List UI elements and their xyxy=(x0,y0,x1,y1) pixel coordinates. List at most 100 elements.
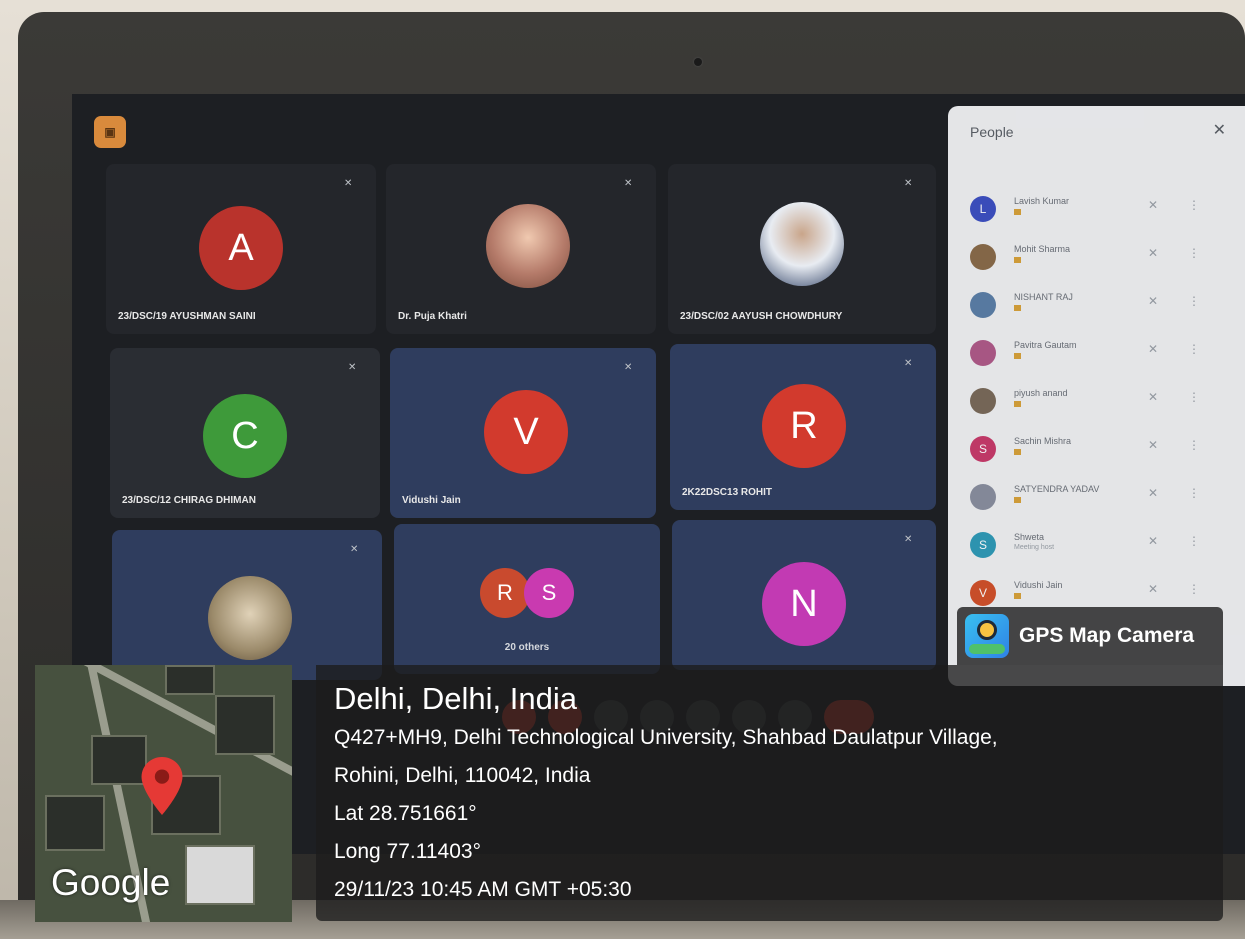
more-vert-icon[interactable]: ⋮ xyxy=(1188,294,1200,308)
timestamp: 29/11/23 10:45 AM GMT +05:30 xyxy=(334,878,632,901)
participant-name: piyush anand xyxy=(1014,388,1068,398)
latitude: Lat 28.751661° xyxy=(334,802,477,825)
participant-row[interactable]: NISHANT RAJ ✕ ⋮ xyxy=(970,288,1230,328)
participant-tile[interactable]: ✕ xyxy=(112,530,382,680)
mic-off-icon: ✕ xyxy=(624,178,633,189)
mic-off-icon: ✕ xyxy=(1148,534,1159,548)
longitude: Long 77.11403° xyxy=(334,840,481,863)
participant-row[interactable]: piyush anand ✕ ⋮ xyxy=(970,384,1230,424)
mic-off-icon: ✕ xyxy=(1148,198,1159,212)
participant-name: Vidushi Jain xyxy=(1014,580,1063,590)
badge-icon xyxy=(1014,497,1021,503)
participant-name: Sachin Mishra xyxy=(1014,436,1072,446)
participant-name: Pavitra Gautam xyxy=(1014,340,1077,350)
mic-off-icon: ✕ xyxy=(904,358,913,369)
map-thumbnail: Google xyxy=(35,665,292,922)
meet-app-icon[interactable]: ▣ xyxy=(94,116,126,148)
address-line-2: Rohini, Delhi, 110042, India xyxy=(334,764,591,787)
avatar: C xyxy=(203,394,287,478)
mic-off-icon: ✕ xyxy=(350,544,359,555)
avatar xyxy=(486,204,570,288)
avatar: S xyxy=(970,436,996,462)
map-pin-icon xyxy=(141,757,183,815)
participant-tile[interactable]: ✕ N xyxy=(672,520,936,670)
participant-name: Mohit Sharma xyxy=(1014,244,1071,254)
participant-row[interactable]: Mohit Sharma ✕ ⋮ xyxy=(970,240,1230,280)
avatar: N xyxy=(762,562,846,646)
people-panel-title: People xyxy=(970,124,1014,140)
participant-row[interactable]: S Shweta Meeting host ✕ ⋮ xyxy=(970,528,1230,568)
participant-tile[interactable]: R S 20 others xyxy=(394,524,660,674)
participant-name: Shweta xyxy=(1014,532,1045,542)
mic-off-icon: ✕ xyxy=(1148,438,1159,452)
participant-name: Dr. Puja Khatri xyxy=(398,311,467,322)
mic-off-icon: ✕ xyxy=(904,534,913,545)
badge-icon xyxy=(1014,257,1021,263)
more-vert-icon[interactable]: ⋮ xyxy=(1188,486,1200,500)
participant-name: 23/DSC/12 CHIRAG DHIMAN xyxy=(122,495,256,506)
avatar: L xyxy=(970,196,996,222)
avatar xyxy=(208,576,292,660)
others-count: 20 others xyxy=(504,642,550,653)
participant-tile[interactable]: ✕ Dr. Puja Khatri xyxy=(386,164,656,334)
badge-icon xyxy=(1014,305,1021,311)
participant-name: 2K22DSC13 ROHIT xyxy=(682,487,773,498)
close-icon[interactable]: ✕ xyxy=(1213,120,1226,140)
mic-off-icon: ✕ xyxy=(348,362,357,373)
participant-row[interactable]: S Sachin Mishra ✕ ⋮ xyxy=(970,432,1230,472)
participant-row[interactable]: L Lavish Kumar ✕ ⋮ xyxy=(970,192,1230,232)
more-vert-icon[interactable]: ⋮ xyxy=(1188,582,1200,596)
gps-camera-logo-icon xyxy=(965,614,1009,658)
badge-icon xyxy=(1014,449,1021,455)
mic-off-icon: ✕ xyxy=(344,178,353,189)
location-title: Delhi, Delhi, India xyxy=(334,681,577,716)
participant-role: Meeting host xyxy=(1014,544,1055,551)
participant-tile[interactable]: ✕ V Vidushi Jain xyxy=(390,348,656,518)
participant-name: Lavish Kumar xyxy=(1014,196,1070,206)
gps-brand-label: GPS Map Camera xyxy=(1019,624,1195,647)
webcam xyxy=(694,58,702,66)
more-vert-icon[interactable]: ⋮ xyxy=(1188,390,1200,404)
mic-off-icon: ✕ xyxy=(1148,582,1159,596)
avatar xyxy=(970,388,996,414)
participant-name: 23/DSC/19 AYUSHMAN SAINI xyxy=(118,311,256,322)
participant-row[interactable]: SATYENDRA YADAV ✕ ⋮ xyxy=(970,480,1230,520)
participant-row[interactable]: Pavitra Gautam ✕ ⋮ xyxy=(970,336,1230,376)
more-vert-icon[interactable]: ⋮ xyxy=(1188,534,1200,548)
participant-name: NISHANT RAJ xyxy=(1014,292,1073,302)
more-vert-icon[interactable]: ⋮ xyxy=(1188,198,1200,212)
participant-tile[interactable]: ✕ 23/DSC/02 AAYUSH CHOWDHURY xyxy=(668,164,936,334)
location-info-card: Delhi, Delhi, India Q427+MH9, Delhi Tech… xyxy=(316,665,1223,921)
google-logo: Google xyxy=(51,862,171,903)
badge-icon xyxy=(1014,593,1021,599)
participant-tile[interactable]: ✕ A 23/DSC/19 AYUSHMAN SAINI xyxy=(106,164,376,334)
avatar xyxy=(970,292,996,318)
participant-name: 23/DSC/02 AAYUSH CHOWDHURY xyxy=(680,311,843,322)
address-line-1: Q427+MH9, Delhi Technological University… xyxy=(334,726,998,749)
mic-off-icon: ✕ xyxy=(624,362,633,373)
avatar: S xyxy=(970,532,996,558)
mic-off-icon: ✕ xyxy=(1148,246,1159,260)
avatar: V xyxy=(970,580,996,606)
avatar: V xyxy=(484,390,568,474)
mic-off-icon: ✕ xyxy=(1148,486,1159,500)
mic-off-icon: ✕ xyxy=(1148,390,1159,404)
more-vert-icon[interactable]: ⋮ xyxy=(1188,246,1200,260)
participant-tile[interactable]: ✕ C 23/DSC/12 CHIRAG DHIMAN xyxy=(110,348,380,518)
participant-tile[interactable]: ✕ R 2K22DSC13 ROHIT xyxy=(670,344,936,510)
mic-off-icon: ✕ xyxy=(1148,294,1159,308)
gps-camera-brand: GPS Map Camera xyxy=(957,607,1223,665)
avatar xyxy=(970,244,996,270)
avatar xyxy=(760,202,844,286)
avatar xyxy=(970,484,996,510)
more-vert-icon[interactable]: ⋮ xyxy=(1188,438,1200,452)
badge-icon xyxy=(1014,353,1021,359)
more-vert-icon[interactable]: ⋮ xyxy=(1188,342,1200,356)
avatar: R xyxy=(480,568,530,618)
avatar: A xyxy=(199,206,283,290)
people-panel: People ✕ L Lavish Kumar ✕ ⋮ Mohit Sharma… xyxy=(948,106,1245,686)
badge-icon xyxy=(1014,209,1021,215)
mic-off-icon: ✕ xyxy=(1148,342,1159,356)
badge-icon xyxy=(1014,401,1021,407)
participant-name: Vidushi Jain xyxy=(402,495,461,506)
